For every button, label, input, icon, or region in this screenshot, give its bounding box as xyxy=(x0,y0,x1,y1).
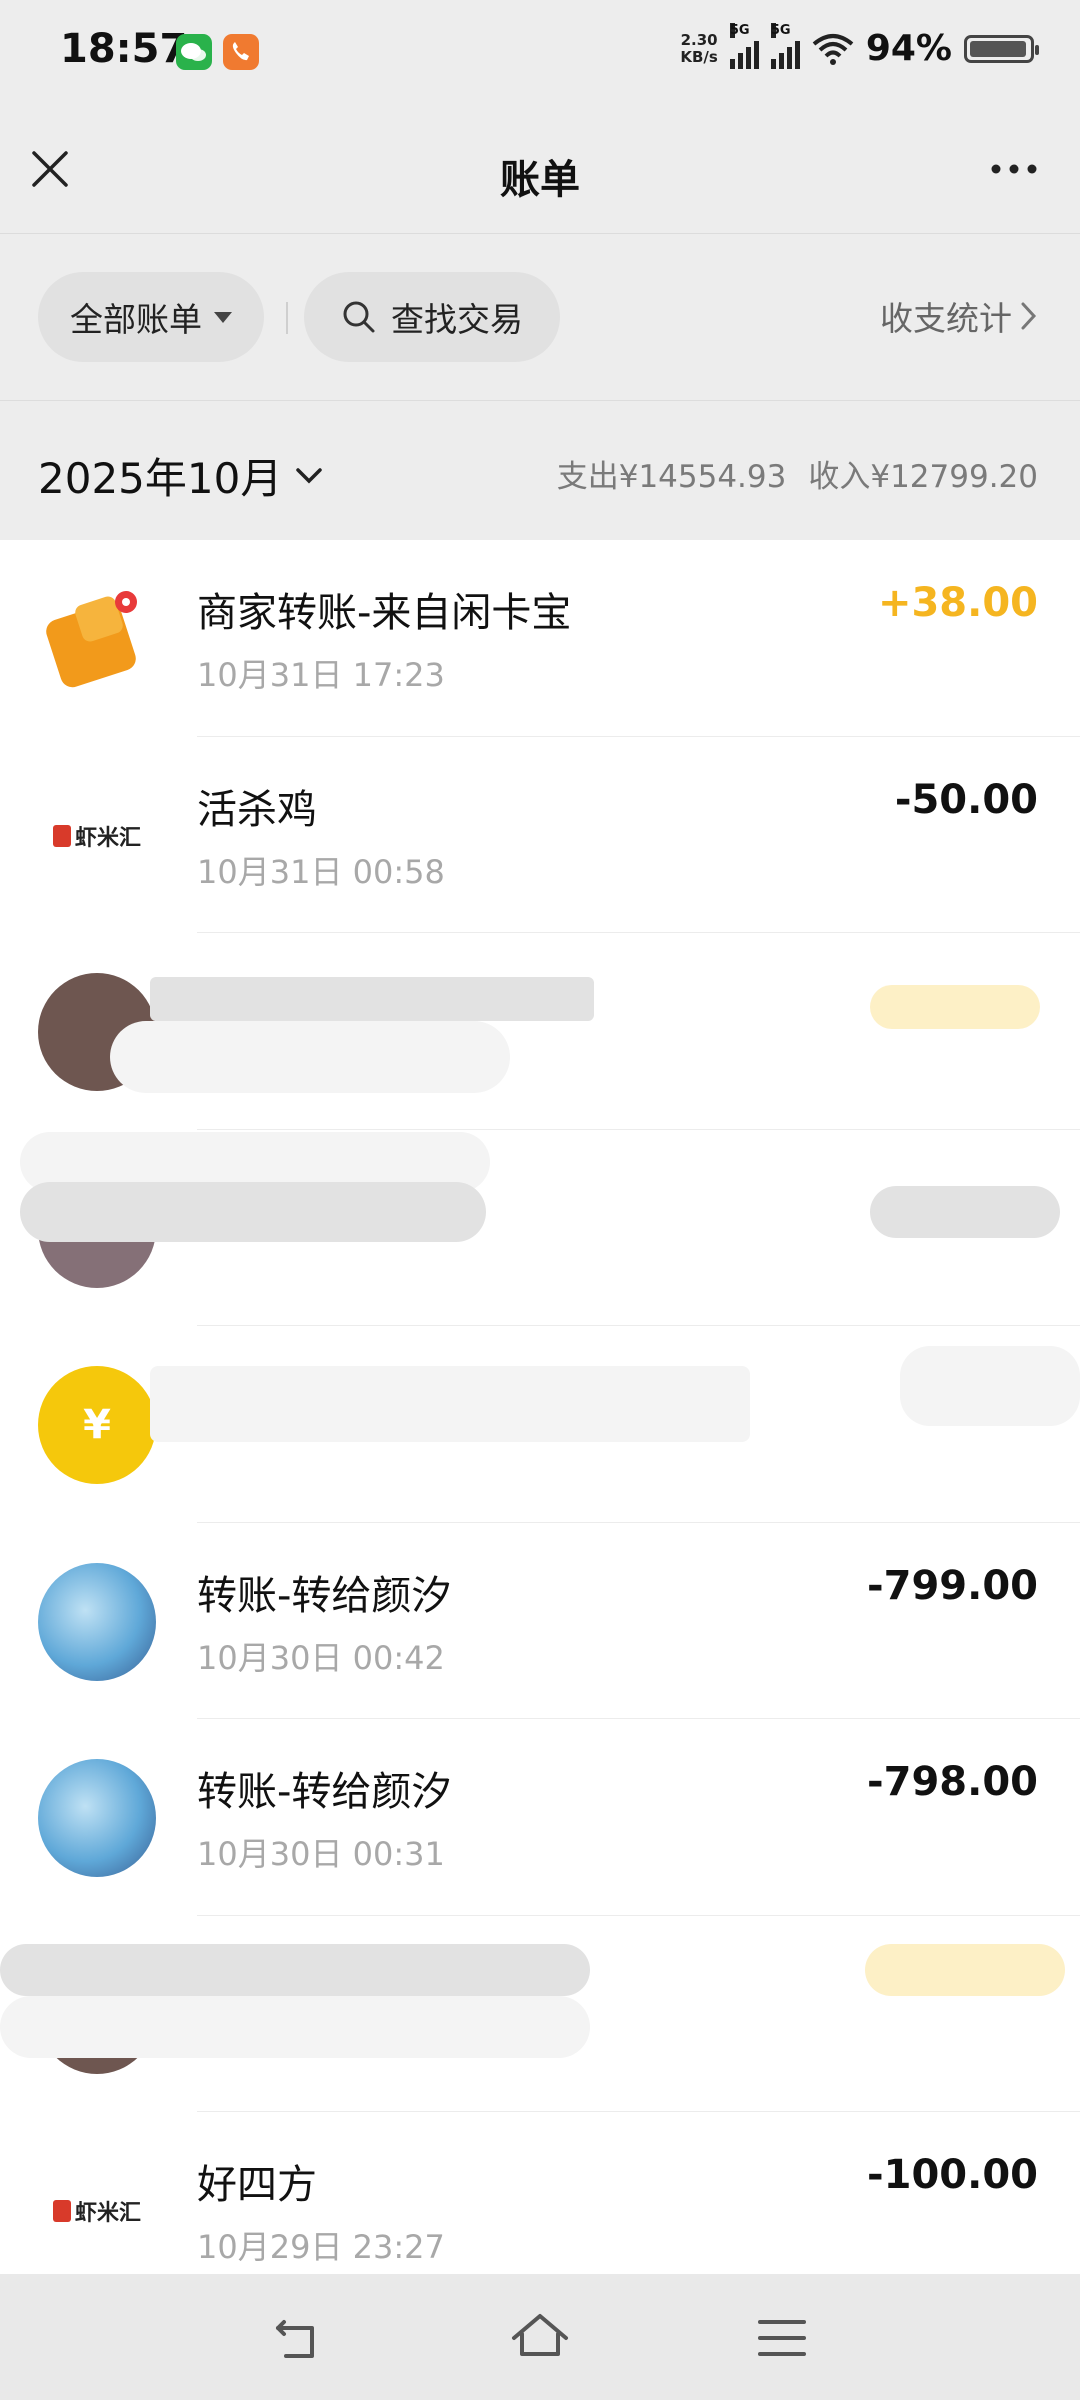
redacted-time xyxy=(0,1995,590,2058)
redacted-title xyxy=(20,1181,486,1242)
income-expense-stats-link[interactable]: 收支统计 xyxy=(880,292,1038,340)
transaction-time: 10月29日 23:27 xyxy=(197,2228,445,2266)
month-selector[interactable]: 2025年10月 xyxy=(38,445,324,506)
transaction-amount: -799.00 xyxy=(867,1562,1038,1609)
redacted-amount xyxy=(870,985,1040,1029)
filter-bar: 全部账单 查找交易 收支统计 xyxy=(0,234,1080,400)
wechat-icon xyxy=(176,34,212,70)
wallet-icon xyxy=(38,580,156,698)
transaction-row[interactable]: 转账-转给颜汐 10月30日 00:42 -799.00 xyxy=(0,1523,1080,1719)
signal-icon: 5G xyxy=(770,22,800,69)
transaction-amount: -798.00 xyxy=(867,1759,1038,1805)
redacted-time xyxy=(110,1021,510,1093)
battery-icon xyxy=(964,34,1039,63)
search-icon xyxy=(343,301,375,333)
redacted-transaction-row[interactable] xyxy=(0,933,1080,1130)
stats-label: 收支统计 xyxy=(880,299,1012,338)
avatar-icon xyxy=(38,1759,156,1877)
transaction-row[interactable]: 转账-转给颜汐 10月30日 00:31 -798.00 xyxy=(0,1719,1080,1916)
coin-icon: ¥ xyxy=(38,1366,156,1484)
network-speed: 2.30 KB/s xyxy=(680,30,718,66)
system-nav-bar xyxy=(0,2274,1080,2400)
redacted-title xyxy=(150,1366,750,1442)
phone-call-icon xyxy=(223,34,259,70)
status-bar: 18:57 2.30 KB/s 5G 5G 94% xyxy=(0,0,1080,105)
divider xyxy=(286,302,288,334)
income-total: 收入¥12799.20 xyxy=(808,459,1038,495)
month-label: 2025年10月 xyxy=(38,454,283,503)
redacted-amount xyxy=(900,1346,1080,1426)
search-label: 查找交易 xyxy=(391,300,523,339)
transaction-title: 好四方 xyxy=(197,2162,317,2208)
home-icon[interactable] xyxy=(510,2308,570,2368)
search-transactions-button[interactable]: 查找交易 xyxy=(304,272,560,362)
month-totals: 支出¥14554.93 收入¥12799.20 xyxy=(557,451,1038,496)
signal-icon: 5G xyxy=(729,22,759,69)
redacted-title xyxy=(0,1943,590,1996)
transaction-time: 10月31日 17:23 xyxy=(197,656,445,694)
transaction-row[interactable]: 虾米汇 好四方 10月29日 23:27 -100.00 xyxy=(0,2112,1080,2274)
expense-total: 支出¥14554.93 xyxy=(556,459,787,495)
transaction-time: 10月31日 00:58 xyxy=(197,852,445,891)
all-bills-label: 全部账单 xyxy=(70,300,202,339)
xiamihui-logo: 虾米汇 xyxy=(38,2152,156,2270)
transaction-amount: -100.00 xyxy=(867,2152,1038,2198)
redacted-transaction-row[interactable] xyxy=(0,1130,1080,1326)
transaction-title: 转账-转给颜汐 xyxy=(197,1769,452,1815)
redacted-amount xyxy=(865,1943,1065,1996)
transaction-title: 转账-转给颜汐 xyxy=(197,1572,452,1619)
page-title: 账单 xyxy=(500,157,580,203)
wifi-icon xyxy=(812,33,854,65)
dropdown-arrow-icon xyxy=(214,311,232,323)
back-icon[interactable] xyxy=(268,2308,328,2368)
avatar-icon xyxy=(38,1562,156,1681)
month-summary-bar: 2025年10月 支出¥14554.93 收入¥12799.20 xyxy=(0,400,1080,541)
xiamihui-logo: 虾米汇 xyxy=(38,777,156,895)
transaction-time: 10月30日 00:42 xyxy=(197,1638,445,1677)
transaction-row[interactable]: ¥ 零钱提现 xyxy=(0,1326,1080,1523)
transaction-amount: +38.00 xyxy=(877,580,1038,626)
chevron-right-icon xyxy=(1021,302,1037,330)
transaction-row[interactable]: 虾米汇 活杀鸡 10月31日 00:58 -50.00 xyxy=(0,737,1080,933)
transaction-title: 活杀鸡 xyxy=(197,786,317,833)
transaction-list: 商家转账-来自闲卡宝 10月31日 17:23 +38.00 虾米汇 活杀鸡 1… xyxy=(0,540,1080,2274)
header: 账单 xyxy=(0,105,1080,234)
menu-icon[interactable] xyxy=(752,2308,812,2368)
transaction-amount: -50.00 xyxy=(894,776,1038,823)
chevron-down-icon xyxy=(296,467,323,483)
transaction-title: 商家转账-来自闲卡宝 xyxy=(197,590,572,636)
battery-text: 94% xyxy=(865,28,952,69)
redacted-title xyxy=(150,977,594,1021)
all-bills-dropdown[interactable]: 全部账单 xyxy=(38,272,264,362)
status-time: 18:57 xyxy=(60,26,188,72)
redacted-amount xyxy=(870,1185,1060,1238)
more-icon[interactable] xyxy=(988,159,1040,179)
redacted-transaction-row[interactable] xyxy=(0,1916,1080,2112)
transaction-time: 10月30日 00:31 xyxy=(197,1835,445,1873)
status-right: 2.30 KB/s 5G 5G 94% xyxy=(680,22,1039,69)
transaction-row[interactable]: 商家转账-来自闲卡宝 10月31日 17:23 +38.00 xyxy=(0,540,1080,737)
